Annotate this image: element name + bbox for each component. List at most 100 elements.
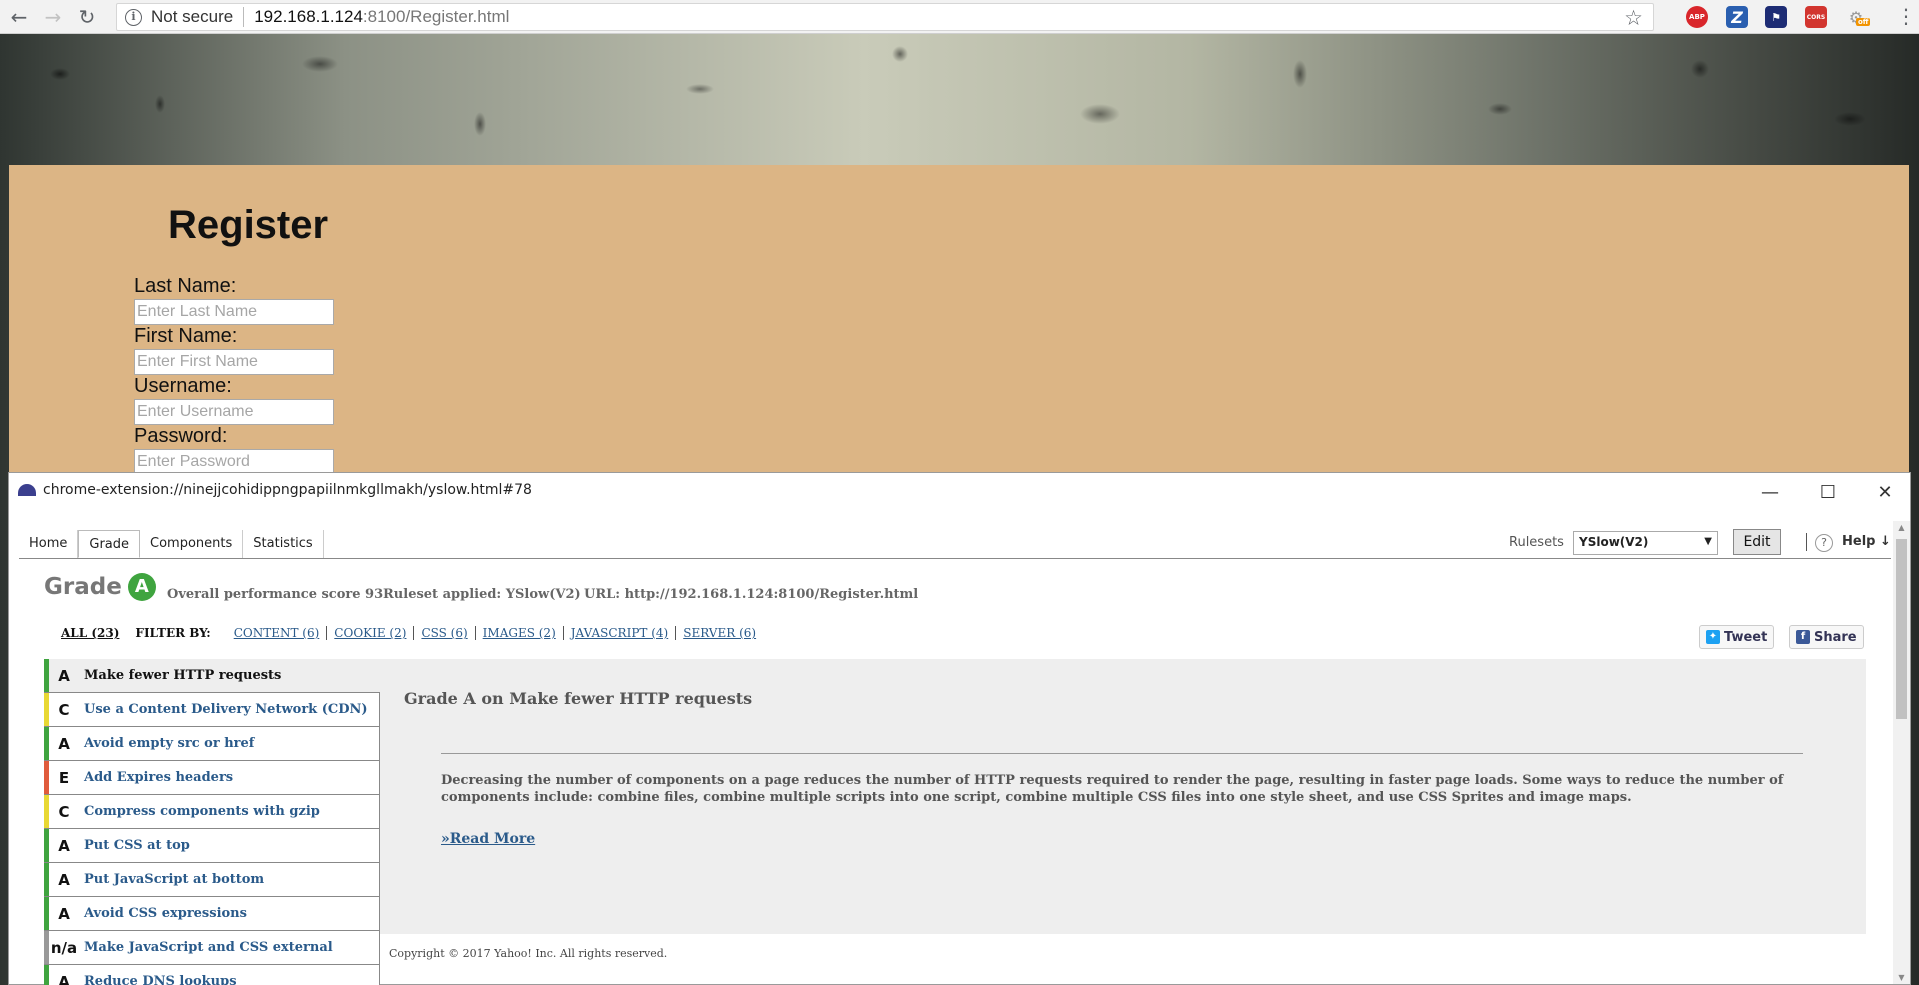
edit-button[interactable]: Edit: [1733, 529, 1781, 555]
rule-title[interactable]: Reduce DNS lookups: [84, 974, 237, 985]
first-name-label: First Name:: [134, 325, 238, 347]
rulesets-label: Rulesets: [1509, 535, 1564, 550]
rule-grade: A: [58, 870, 70, 889]
rule-title[interactable]: Make JavaScript and CSS external: [84, 940, 333, 955]
tab-grade[interactable]: Grade: [78, 530, 141, 558]
rule-title[interactable]: Put JavaScript at bottom: [84, 872, 264, 887]
yslow-window-url: chrome-extension://ninejjcohidippngpapii…: [43, 482, 532, 498]
rule-item[interactable]: A Put JavaScript at bottom: [44, 863, 380, 897]
grade-color-bar: [44, 693, 49, 726]
tweet-button[interactable]: ✦ Tweet: [1699, 625, 1775, 649]
yslow-titlebar: chrome-extension://ninejjcohidippngpapii…: [9, 473, 1910, 511]
rule-item[interactable]: C Compress components with gzip: [44, 795, 380, 829]
overall-score: Overall performance score 93: [167, 587, 384, 602]
filter-content[interactable]: CONTENT (6): [227, 626, 328, 640]
rule-title[interactable]: Add Expires headers: [84, 770, 233, 785]
tab-statistics[interactable]: Statistics: [243, 530, 324, 558]
copyright-text: Copyright © 2017 Yahoo! Inc. All rights …: [389, 947, 668, 960]
adblock-extension-icon[interactable]: ABP: [1686, 6, 1708, 28]
last-name-input[interactable]: [134, 299, 334, 325]
scrollbar-thumb[interactable]: [1896, 539, 1907, 719]
chrome-menu-icon[interactable]: ⋮: [1896, 6, 1916, 26]
grade-heading: Grade A: [44, 573, 156, 601]
bookmark-star-icon[interactable]: ☆: [1624, 6, 1643, 30]
detail-divider: [441, 753, 1803, 754]
rule-item[interactable]: A Make fewer HTTP requests: [44, 659, 380, 693]
address-bar[interactable]: i Not secure 192.168.1.124:8100/Register…: [116, 3, 1654, 31]
rule-title[interactable]: Avoid CSS expressions: [84, 906, 247, 921]
grade-color-bar: [44, 795, 49, 828]
grade-color-bar: [44, 965, 49, 985]
grade-color-bar: [44, 863, 49, 896]
rules-list: A Make fewer HTTP requests C Use a Content …: [44, 659, 380, 985]
filter-by-label: FILTER BY:: [135, 626, 211, 640]
url-text[interactable]: 192.168.1.124:8100/Register.html: [254, 7, 509, 27]
rule-title[interactable]: Make fewer HTTP requests: [84, 668, 281, 683]
first-name-input[interactable]: [134, 349, 334, 375]
grade-color-bar: [44, 659, 49, 692]
page-url: URL: http://192.168.1.124:8100/Register.…: [584, 587, 919, 602]
filter-images[interactable]: IMAGES (2): [476, 626, 564, 640]
rule-item[interactable]: A Reduce DNS lookups: [44, 965, 380, 985]
help-link[interactable]: Help ↓: [1842, 534, 1891, 549]
scroll-up-icon[interactable]: ▲: [1893, 523, 1910, 532]
tab-components[interactable]: Components: [140, 530, 244, 558]
grade-color-bar: [44, 931, 49, 964]
share-button[interactable]: f Share: [1789, 625, 1864, 649]
register-title: Register: [168, 203, 329, 247]
help-question-icon[interactable]: ?: [1815, 534, 1833, 552]
close-icon[interactable]: ✕: [1870, 479, 1900, 505]
rule-title[interactable]: Compress components with gzip: [84, 804, 320, 819]
register-panel: Register Last Name: First Name: Username…: [9, 165, 1909, 485]
grade-color-bar: [44, 727, 49, 760]
filter-cookie[interactable]: COOKIE (2): [327, 626, 415, 640]
rule-item[interactable]: n/a Make JavaScript and CSS external: [44, 931, 380, 965]
detail-title: Grade A on Make fewer HTTP requests: [404, 689, 753, 708]
rule-grade: C: [58, 802, 70, 821]
last-name-label: Last Name:: [134, 275, 237, 297]
z-extension-icon[interactable]: Z: [1726, 6, 1748, 28]
info-icon[interactable]: i: [125, 8, 142, 26]
username-label: Username:: [134, 375, 232, 397]
rule-title[interactable]: Put CSS at top: [84, 838, 190, 853]
reload-icon[interactable]: ↻: [72, 2, 102, 32]
rule-grade: E: [58, 768, 70, 787]
url-path: :8100/Register.html: [362, 7, 510, 26]
rule-item[interactable]: A Avoid CSS expressions: [44, 897, 380, 931]
security-label[interactable]: Not secure: [151, 7, 233, 27]
yslow-window: chrome-extension://ninejjcohidippngpapii…: [8, 472, 1911, 985]
rule-item[interactable]: A Put CSS at top: [44, 829, 380, 863]
filter-all[interactable]: ALL (23): [61, 626, 119, 640]
filter-css[interactable]: CSS (6): [414, 626, 476, 640]
tab-home[interactable]: Home: [19, 530, 79, 558]
read-more-link[interactable]: »Read More: [441, 831, 535, 847]
filter-bar: ALL (23) FILTER BY: CONTENT (6) COOKIE (…: [61, 626, 763, 640]
filter-javascript[interactable]: JAVASCRIPT (4): [564, 626, 677, 640]
rule-item[interactable]: A Avoid empty src or href: [44, 727, 380, 761]
scroll-down-icon[interactable]: ▼: [1893, 973, 1910, 982]
ruleset-select[interactable]: YSlow(V2) ▼: [1573, 531, 1718, 555]
grade-word: Grade: [44, 574, 122, 600]
username-input[interactable]: [134, 399, 334, 425]
maximize-icon[interactable]: ☐: [1813, 479, 1843, 505]
flag-extension-icon[interactable]: ⚑: [1765, 6, 1787, 28]
rule-item[interactable]: E Add Expires headers: [44, 761, 380, 795]
yslow-scrollbar[interactable]: ▲ ▼: [1893, 521, 1910, 984]
rule-title[interactable]: Use a Content Delivery Network (CDN): [84, 702, 368, 717]
yslow-extension-icon[interactable]: ⚙ off: [1845, 6, 1871, 28]
minimize-icon[interactable]: —: [1755, 479, 1785, 505]
yslow-tabs: Home Grade Components Statistics: [19, 530, 324, 558]
grade-badge: A: [127, 573, 156, 601]
rule-title[interactable]: Avoid empty src or href: [84, 736, 254, 751]
cors-extension-icon[interactable]: CORS: [1805, 6, 1827, 28]
yslow-logo-icon: [18, 484, 36, 496]
rule-grade: A: [58, 904, 70, 923]
filter-server[interactable]: SERVER (6): [676, 626, 763, 640]
forward-arrow-icon[interactable]: →: [38, 2, 68, 32]
ruleset-applied: Ruleset applied: YSlow(V2): [383, 587, 581, 602]
rule-grade: A: [58, 666, 70, 685]
off-badge: off: [1856, 18, 1871, 26]
rule-item[interactable]: C Use a Content Delivery Network (CDN): [44, 693, 380, 727]
rule-grade: n/a: [50, 938, 78, 957]
back-arrow-icon[interactable]: ←: [4, 2, 34, 32]
